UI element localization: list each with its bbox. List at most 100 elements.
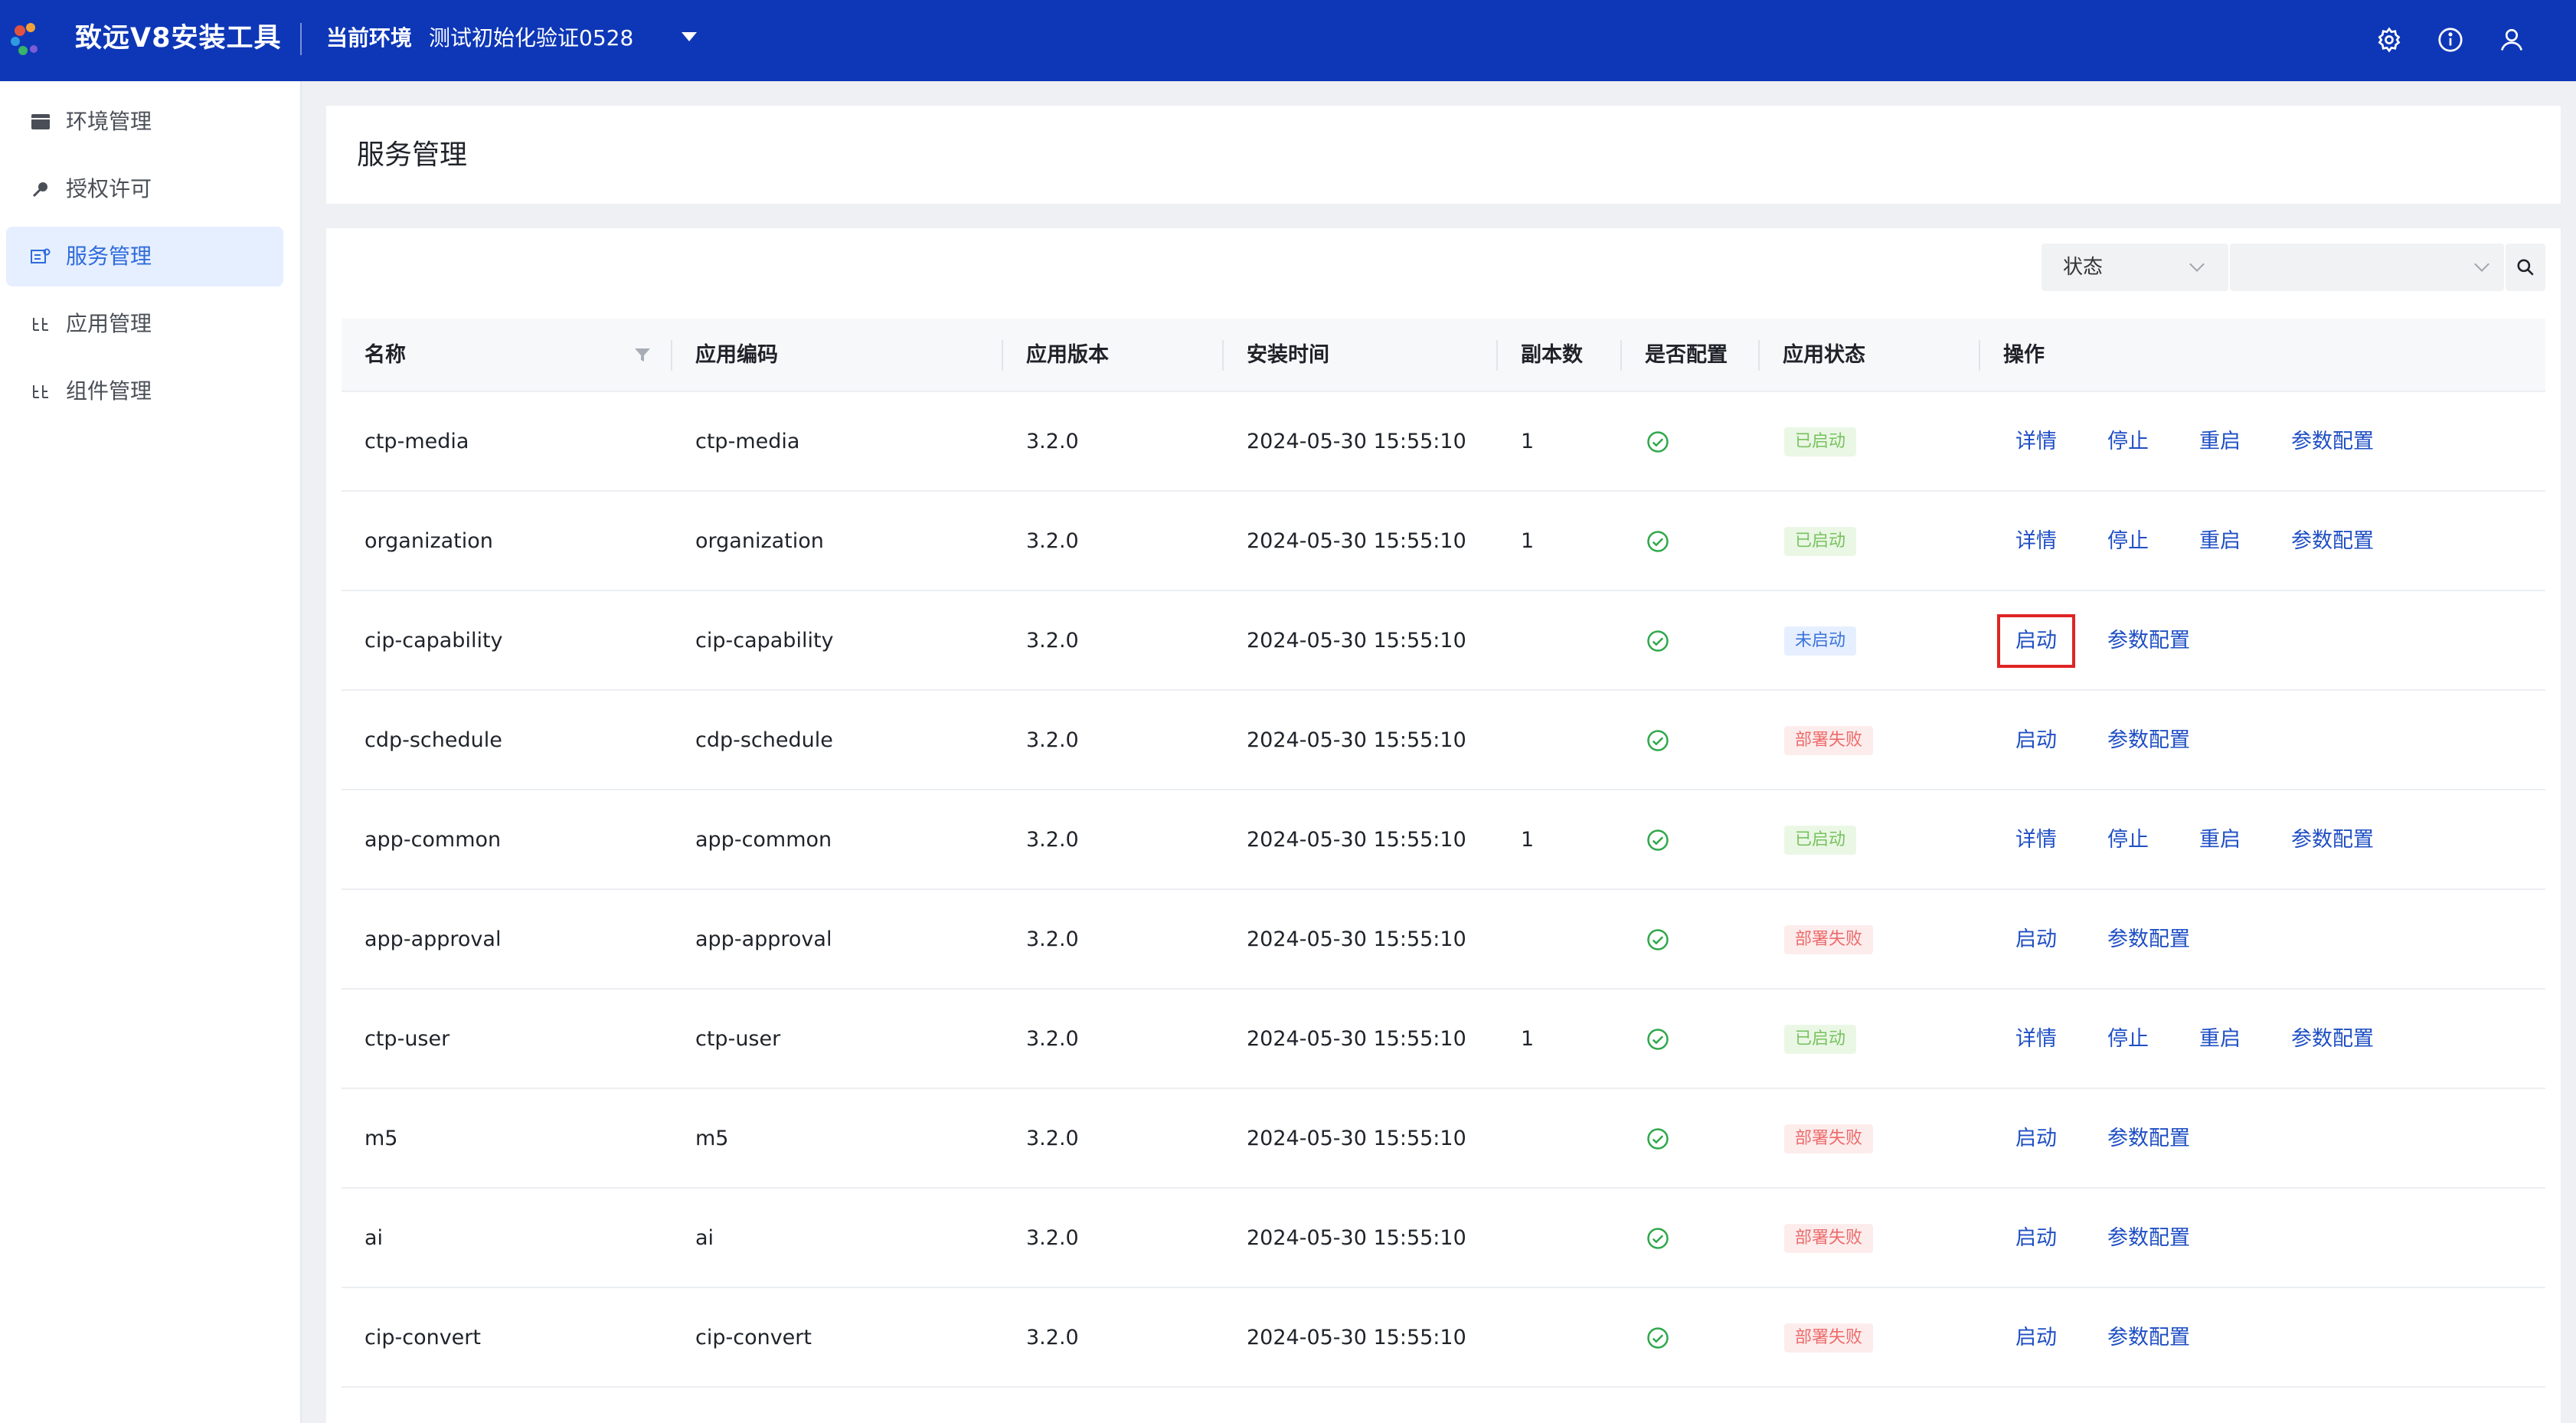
- cell-name: m5: [364, 1127, 398, 1150]
- check-circle-icon: [1647, 431, 1669, 453]
- user-icon[interactable]: [2493, 21, 2530, 58]
- cell-code: app-common: [695, 828, 832, 852]
- column-header-status: 应用状态: [1783, 343, 1865, 367]
- cell-install-time: 2024-05-30 15:55:10: [1247, 1027, 1466, 1051]
- cell-version: 3.2.0: [1026, 529, 1079, 553]
- table-row: app-common app-common 3.2.0 2024-05-30 15:5…: [342, 790, 2545, 890]
- column-header-actions: 操作: [2003, 343, 2045, 367]
- table-row: app-approval app-approval 3.2.0 2024-05-30 …: [342, 890, 2545, 990]
- check-circle-icon: [1647, 531, 1669, 552]
- param-config-link[interactable]: 参数配置: [2107, 591, 2190, 691]
- sidebar-item-license[interactable]: 授权许可: [6, 159, 283, 219]
- cell-install-time: 2024-05-30 15:55:10: [1247, 629, 1466, 653]
- page-title: 服务管理: [357, 139, 468, 171]
- search-button[interactable]: [2506, 244, 2545, 291]
- cell-code: ai: [695, 1226, 714, 1250]
- param-config-link[interactable]: 参数配置: [2291, 990, 2374, 1089]
- start-link[interactable]: 启动: [2015, 1089, 2057, 1189]
- cell-version: 3.2.0: [1026, 1226, 1079, 1250]
- env-selector[interactable]: 测试初始化验证0528: [429, 23, 633, 54]
- cell-replicas: 1: [1521, 828, 1535, 852]
- start-link[interactable]: 启动: [2015, 890, 2057, 990]
- details-link[interactable]: 详情: [2015, 990, 2057, 1089]
- cell-name: app-common: [364, 828, 502, 852]
- details-link[interactable]: 详情: [2015, 790, 2057, 890]
- cell-code: app-approval: [695, 927, 832, 951]
- stop-link[interactable]: 停止: [2107, 392, 2149, 492]
- details-link[interactable]: 详情: [2015, 492, 2057, 591]
- search-icon: [2517, 259, 2534, 276]
- details-link[interactable]: 详情: [2015, 392, 2057, 492]
- restart-link[interactable]: 重启: [2199, 392, 2241, 492]
- table-row: cip-convert cip-convert 3.2.0 2024-05-30 15…: [342, 1288, 2545, 1388]
- status-select[interactable]: [2230, 244, 2504, 291]
- sidebar-item-app[interactable]: 应用管理: [6, 294, 283, 354]
- restart-link[interactable]: 重启: [2199, 492, 2241, 591]
- start-link[interactable]: 启动: [2015, 1288, 2057, 1388]
- status-filter-label: 状态: [2063, 256, 2104, 279]
- env-label: 当前环境: [326, 25, 413, 51]
- table-header: 名称 应用编码 应用版本 安装时间 副本数 是否配置 应用状态 操作: [342, 319, 2545, 392]
- cell-install-time: 2024-05-30 15:55:10: [1247, 430, 1466, 453]
- header-divider: [300, 23, 302, 55]
- param-config-link[interactable]: 参数配置: [2107, 890, 2190, 990]
- info-icon[interactable]: [2432, 21, 2469, 58]
- param-config-link[interactable]: 参数配置: [2291, 392, 2374, 492]
- sidebar-item-env[interactable]: 环境管理: [6, 92, 283, 152]
- param-config-link[interactable]: 参数配置: [2291, 790, 2374, 890]
- cell-code: organization: [695, 529, 824, 553]
- folder-icon: [29, 110, 52, 133]
- column-separator: [1979, 340, 1980, 371]
- table-row: organization organization 3.2.0 2024-05-30 …: [342, 492, 2545, 591]
- main-card: 状态 名称 应用编码 应用版本 安装时间 副本数 是否配置 应用状态 操作 ct…: [326, 228, 2561, 1423]
- restart-link[interactable]: 重启: [2199, 790, 2241, 890]
- status-badge: 部署失败: [1784, 726, 1874, 755]
- start-link[interactable]: 启动: [2015, 691, 2057, 790]
- sidebar-item-component[interactable]: 组件管理: [6, 361, 283, 421]
- check-circle-icon: [1647, 829, 1669, 851]
- gear-icon[interactable]: [2371, 21, 2408, 58]
- column-separator: [1496, 340, 1498, 371]
- logo-icon: [11, 23, 38, 55]
- cell-install-time: 2024-05-30 15:55:10: [1247, 1127, 1466, 1150]
- cell-code: cip-convert: [695, 1326, 812, 1349]
- column-separator: [1002, 340, 1003, 371]
- cell-name: app-approval: [364, 927, 502, 951]
- check-circle-icon: [1647, 630, 1669, 652]
- stop-link[interactable]: 停止: [2107, 990, 2149, 1089]
- cell-install-time: 2024-05-30 15:55:10: [1247, 927, 1466, 951]
- column-header-time: 安装时间: [1247, 343, 1329, 367]
- status-badge: 已启动: [1784, 427, 1857, 456]
- sidebar: 环境管理 授权许可 服务管理 应用管理 组件管理: [0, 81, 302, 1423]
- column-separator: [1222, 340, 1224, 371]
- column-header-replicas: 副本数: [1521, 343, 1583, 367]
- param-config-link[interactable]: 参数配置: [2107, 691, 2190, 790]
- param-config-link[interactable]: 参数配置: [2291, 492, 2374, 591]
- cell-code: ctp-user: [695, 1027, 781, 1051]
- check-circle-icon: [1647, 730, 1669, 751]
- table-body: ctp-media ctp-media 3.2.0 2024-05-30 15:55:…: [342, 392, 2545, 1388]
- start-link[interactable]: 启动: [2015, 1189, 2057, 1288]
- stop-link[interactable]: 停止: [2107, 790, 2149, 890]
- check-circle-icon: [1647, 1327, 1669, 1349]
- column-header-configured: 是否配置: [1645, 343, 1728, 367]
- param-config-link[interactable]: 参数配置: [2107, 1089, 2190, 1189]
- caret-down-icon[interactable]: [682, 32, 697, 41]
- sidebar-item-service[interactable]: 服务管理: [6, 227, 283, 286]
- param-config-link[interactable]: 参数配置: [2107, 1189, 2190, 1288]
- column-header-version: 应用版本: [1026, 343, 1109, 367]
- status-filter-dropdown[interactable]: 状态: [2042, 244, 2228, 291]
- param-config-link[interactable]: 参数配置: [2107, 1288, 2190, 1388]
- status-badge: 未启动: [1784, 626, 1857, 656]
- start-link[interactable]: 启动: [1997, 614, 2075, 668]
- cell-code: cip-capability: [695, 629, 834, 653]
- cell-replicas: 1: [1521, 1027, 1535, 1051]
- app-icon: [29, 312, 52, 335]
- cell-install-time: 2024-05-30 15:55:10: [1247, 1326, 1466, 1349]
- table-row: ai ai 3.2.0 2024-05-30 15:55:10 部署失败 启动 参数配置: [342, 1189, 2545, 1288]
- restart-link[interactable]: 重启: [2199, 990, 2241, 1089]
- cell-version: 3.2.0: [1026, 728, 1079, 752]
- cell-install-time: 2024-05-30 15:55:10: [1247, 728, 1466, 752]
- stop-link[interactable]: 停止: [2107, 492, 2149, 591]
- filter-icon[interactable]: [634, 348, 651, 363]
